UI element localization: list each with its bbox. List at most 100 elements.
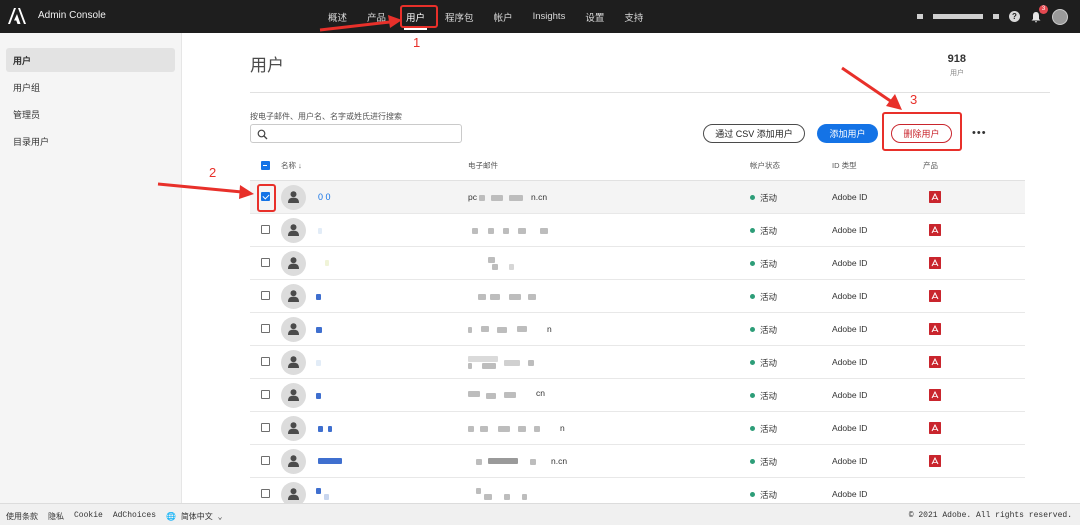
acrobat-product-icon[interactable] — [929, 389, 941, 401]
redacted-name[interactable] — [318, 228, 322, 234]
table-row[interactable]: 活动 Adobe ID — [250, 280, 1025, 313]
user-avatar-icon — [281, 251, 306, 276]
footer-link-cookie[interactable]: Cookie — [74, 511, 103, 522]
status-dot-icon — [750, 294, 755, 300]
user-avatar-icon — [281, 317, 306, 342]
language-selector[interactable]: 🌐 简体中文 ⌄ — [166, 511, 222, 522]
status-dot-icon — [750, 459, 755, 465]
sidebar-item-users[interactable]: 用户 — [6, 48, 175, 72]
status-dot-icon — [750, 261, 755, 267]
add-user-button[interactable]: 添加用户 — [817, 124, 878, 143]
page-title: 用户 — [250, 56, 284, 75]
row-checkbox[interactable] — [261, 390, 270, 399]
nav-packages[interactable]: 程序包 — [435, 0, 484, 33]
row-checkbox[interactable] — [261, 456, 270, 465]
account-status: 活动 — [750, 456, 777, 468]
user-count-label: 用户 — [950, 70, 964, 77]
more-actions-button[interactable]: ••• — [972, 127, 987, 139]
org-switcher[interactable] — [917, 14, 923, 19]
email-suffix: n — [547, 324, 552, 334]
table-row[interactable]: 活动 Adobe ID — [250, 214, 1025, 247]
status-dot-icon — [750, 360, 755, 366]
acrobat-product-icon[interactable] — [929, 290, 941, 302]
user-name[interactable]: 0 0 — [318, 192, 331, 202]
add-users-by-csv-button[interactable]: 通过 CSV 添加用户 — [703, 124, 805, 143]
acrobat-product-icon[interactable] — [929, 191, 941, 203]
account-status: 活动 — [750, 291, 777, 303]
org-dropdown[interactable] — [993, 14, 999, 19]
id-type: Adobe ID — [832, 390, 868, 400]
redacted-text — [504, 392, 516, 398]
footer-link-privacy[interactable]: 隐私 — [48, 511, 64, 522]
app-title[interactable]: Admin Console — [38, 10, 106, 21]
redacted-name[interactable] — [325, 260, 329, 266]
acrobat-product-icon[interactable] — [929, 356, 941, 368]
footer-link-adchoices[interactable]: AdChoices — [113, 511, 156, 522]
redacted-name[interactable] — [328, 426, 332, 432]
table-row[interactable]: n 活动 Adobe ID — [250, 412, 1025, 445]
account-status: 活动 — [750, 423, 777, 435]
bell-icon[interactable]: 3 — [1030, 4, 1048, 23]
email-suffix: n — [560, 423, 565, 433]
nav-account[interactable]: 帐户 — [484, 0, 523, 33]
row-checkbox[interactable] — [261, 258, 270, 267]
row-checkbox[interactable] — [261, 423, 270, 432]
redacted-text — [481, 326, 489, 332]
footer-link-terms[interactable]: 使用条款 — [6, 511, 38, 522]
redacted-name[interactable] — [318, 426, 323, 432]
redacted-text — [518, 228, 526, 234]
select-all-checkbox[interactable] — [261, 161, 270, 170]
column-name-header[interactable]: 名称 ↓ — [281, 160, 302, 171]
row-checkbox[interactable] — [261, 291, 270, 300]
annotation-arrow-2-icon — [157, 182, 254, 199]
email-suffix: cn — [536, 388, 545, 398]
sort-arrow-icon[interactable]: ↓ — [298, 161, 302, 170]
nav-settings[interactable]: 设置 — [575, 0, 614, 33]
redacted-text — [509, 195, 523, 201]
row-checkbox[interactable] — [261, 489, 270, 498]
search-input[interactable] — [250, 124, 462, 143]
org-name-blurred[interactable] — [933, 14, 983, 19]
redacted-text — [498, 426, 510, 432]
sidebar-item-administrators[interactable]: 管理员 — [6, 102, 175, 126]
redacted-name[interactable] — [316, 488, 321, 494]
table-row[interactable]: 活动 Adobe ID — [250, 247, 1025, 280]
acrobat-product-icon[interactable] — [929, 257, 941, 269]
redacted-name[interactable] — [324, 494, 329, 500]
redacted-name[interactable] — [316, 360, 321, 366]
sidebar-item-directory-users[interactable]: 目录用户 — [6, 129, 175, 153]
row-checkbox[interactable] — [261, 225, 270, 234]
table-row[interactable]: cn 活动 Adobe ID — [250, 379, 1025, 412]
redacted-text — [504, 494, 510, 500]
user-avatar-icon — [281, 185, 306, 210]
redacted-text — [528, 294, 536, 300]
table-row[interactable]: n.cn 活动 Adobe ID — [250, 445, 1025, 478]
table-row[interactable]: n 活动 Adobe ID — [250, 313, 1025, 346]
redacted-name[interactable] — [318, 458, 342, 464]
redacted-name[interactable] — [316, 393, 321, 399]
adobe-logo-icon[interactable] — [8, 8, 26, 24]
redacted-name[interactable] — [316, 294, 321, 300]
acrobat-product-icon[interactable] — [929, 455, 941, 467]
redacted-text — [503, 228, 509, 234]
annotation-arrow-3-icon — [841, 66, 902, 110]
profile-avatar[interactable] — [1052, 8, 1068, 25]
acrobat-product-icon[interactable] — [929, 224, 941, 236]
nav-insights[interactable]: Insights — [523, 0, 576, 33]
id-type: Adobe ID — [832, 423, 868, 433]
status-dot-icon — [750, 393, 755, 399]
acrobat-product-icon[interactable] — [929, 422, 941, 434]
acrobat-product-icon[interactable] — [929, 323, 941, 335]
row-checkbox[interactable] — [261, 357, 270, 366]
redacted-name[interactable] — [316, 327, 322, 333]
row-checkbox[interactable] — [261, 324, 270, 333]
table-row[interactable]: 活动 Adobe ID — [250, 346, 1025, 379]
help-icon[interactable]: ? — [1009, 11, 1020, 22]
table-row[interactable]: 0 0 pc n.cn 活动 Adobe ID — [250, 181, 1025, 214]
nav-support[interactable]: 支持 — [614, 0, 653, 33]
annotation-step-3: 3 — [910, 92, 918, 107]
sidebar-item-user-groups[interactable]: 用户组 — [6, 75, 175, 99]
copyright: © 2021 Adobe. All rights reserved. — [908, 511, 1072, 520]
status-dot-icon — [750, 492, 755, 498]
top-right-controls: ? 3 — [917, 0, 1068, 33]
